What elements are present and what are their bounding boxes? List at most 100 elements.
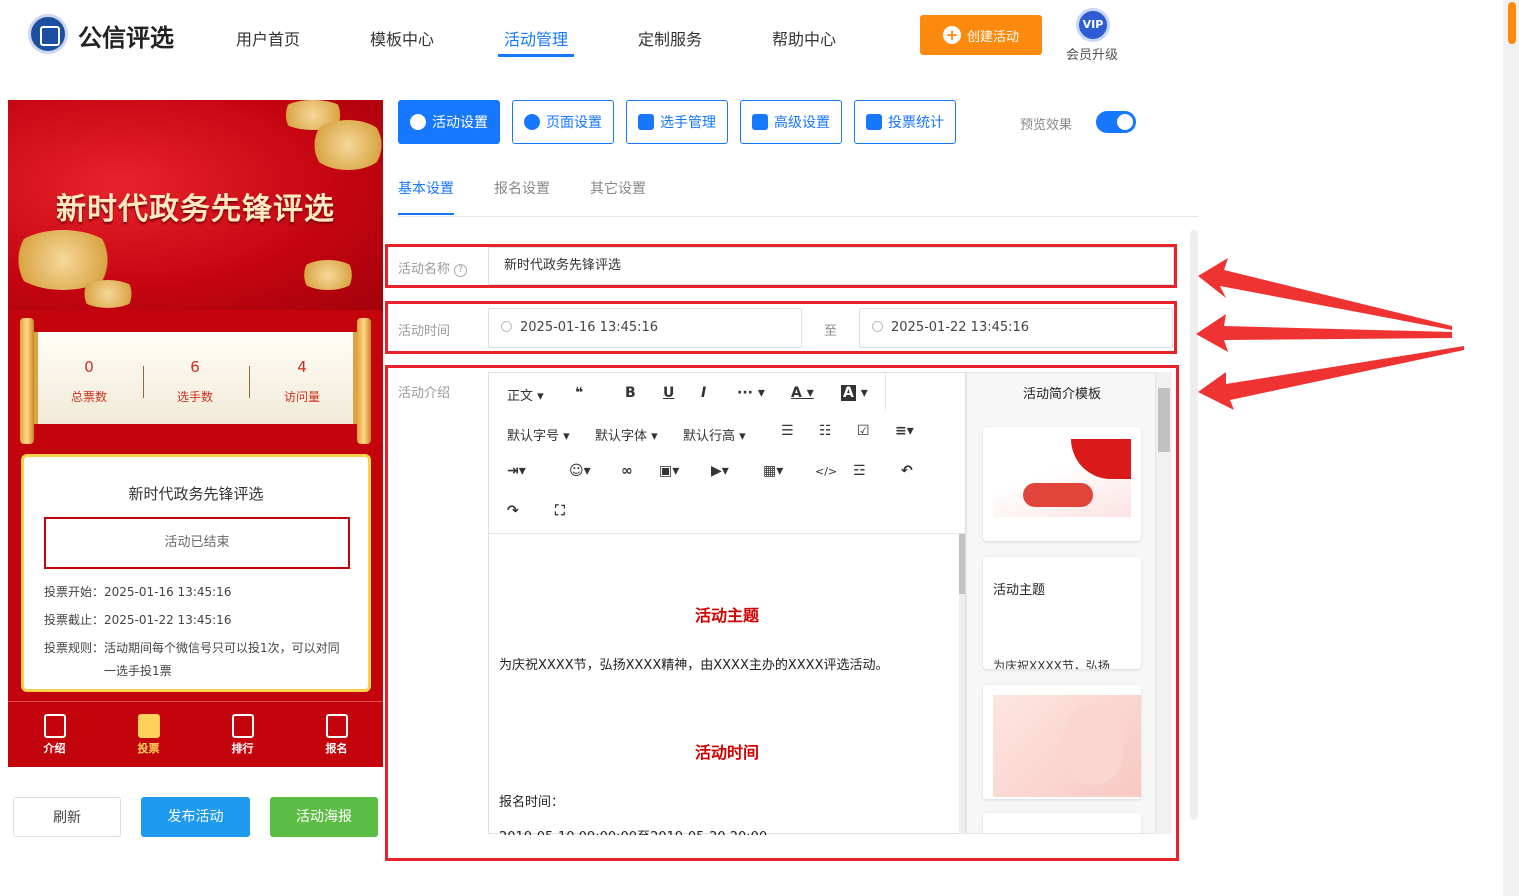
emoji-icon[interactable]: ☺▾ bbox=[569, 463, 591, 479]
card-title: 新时代政务先锋评选 bbox=[128, 485, 264, 503]
player-manage-button[interactable]: 选手管理 bbox=[626, 100, 728, 144]
nav-templates[interactable]: 模板中心 bbox=[370, 26, 434, 50]
clipboard-icon bbox=[325, 714, 348, 738]
time-separator: 至 bbox=[824, 324, 838, 339]
line-height-dropdown[interactable]: 默认行高 ▾ bbox=[683, 425, 746, 444]
underline-icon[interactable]: U bbox=[663, 385, 674, 401]
tab-intro[interactable]: 介绍 bbox=[8, 702, 101, 767]
redo-icon[interactable]: ↷ bbox=[507, 503, 519, 519]
vip-icon[interactable]: VIP bbox=[1076, 8, 1110, 42]
editor-content[interactable]: 活动主题 为庆祝XXXX节，弘扬XXXX精神，由XXXX主办的XXXX评选活动。… bbox=[489, 533, 965, 835]
publish-button[interactable]: 发布活动 bbox=[141, 797, 250, 837]
advanced-settings-button[interactable]: 高级设置 bbox=[740, 100, 842, 144]
template-card[interactable] bbox=[983, 813, 1141, 833]
bold-icon[interactable]: B bbox=[625, 385, 636, 401]
wave-decoration bbox=[1063, 705, 1123, 785]
banner-title: 新时代政务先锋评选 bbox=[56, 192, 335, 227]
template-card[interactable]: 活动主题 为庆祝XXXX节，弘扬 bbox=[983, 557, 1141, 669]
paragraph-style-dropdown[interactable]: 正文 ▾ bbox=[507, 385, 544, 404]
todo-checkbox-icon[interactable]: ☑ bbox=[857, 423, 870, 439]
refresh-button[interactable]: 刷新 bbox=[13, 797, 121, 837]
font-family-dropdown[interactable]: 默认字体 ▾ bbox=[595, 425, 658, 444]
table-icon[interactable]: ▦▾ bbox=[763, 463, 783, 479]
status-badge: 活动已结束 bbox=[44, 517, 350, 569]
nav-home[interactable]: 用户首页 bbox=[236, 26, 300, 50]
vote-end-text: 投票截止：2025-01-22 13:45:16 bbox=[44, 613, 232, 627]
gear-icon bbox=[524, 114, 540, 130]
activity-intro-label: 活动介绍 bbox=[398, 386, 451, 401]
activity-name-label: 活动名称 ? bbox=[398, 258, 468, 277]
star-icon bbox=[410, 114, 426, 130]
video-icon[interactable]: ▶▾ bbox=[711, 463, 729, 479]
divider-line-icon[interactable]: ☲ bbox=[853, 463, 866, 479]
numbered-list-icon[interactable]: ☷ bbox=[819, 423, 832, 439]
nav-help[interactable]: 帮助中心 bbox=[772, 26, 836, 50]
indent-icon[interactable]: ⇥▾ bbox=[507, 463, 526, 479]
stat-votes-value: 0 bbox=[84, 358, 94, 376]
bar-chart-icon bbox=[866, 114, 882, 130]
help-icon[interactable]: ? bbox=[454, 264, 468, 277]
clock-icon bbox=[872, 321, 883, 332]
content-heading: 活动主题 bbox=[694, 606, 759, 625]
stat-votes-label: 总票数 bbox=[70, 390, 107, 404]
tab-signup[interactable]: 报名 bbox=[290, 702, 383, 767]
subtab-other[interactable]: 其它设置 bbox=[590, 178, 646, 198]
activity-time-label: 活动时间 bbox=[398, 324, 451, 339]
stats-panel bbox=[34, 332, 357, 424]
users-icon bbox=[638, 114, 654, 130]
poster-button[interactable]: 活动海报 bbox=[270, 797, 378, 837]
page-scrollbar-thumb[interactable] bbox=[1508, 2, 1516, 44]
subtab-basic[interactable]: 基本设置 bbox=[398, 178, 454, 198]
link-icon[interactable]: ∞ bbox=[621, 463, 633, 479]
activity-name-input[interactable]: 新时代政务先锋评选 bbox=[488, 247, 1174, 285]
template-card[interactable] bbox=[983, 685, 1141, 799]
undo-icon[interactable]: ↶ bbox=[901, 463, 913, 479]
end-time-input[interactable]: 2025-01-22 13:45:16 bbox=[859, 308, 1173, 348]
home-icon bbox=[137, 714, 160, 738]
tab-vote[interactable]: 投票 bbox=[102, 702, 195, 767]
nav-custom-service[interactable]: 定制服务 bbox=[638, 26, 702, 50]
bullet-list-icon[interactable]: ☰ bbox=[781, 423, 794, 439]
font-color-icon[interactable]: A ▾ bbox=[791, 385, 814, 401]
italic-icon[interactable]: I bbox=[701, 385, 706, 401]
vip-upgrade-link[interactable]: 会员升级 bbox=[1066, 44, 1118, 63]
template-scrollbar-thumb[interactable] bbox=[1158, 388, 1170, 452]
template-card-title: 活动主题 bbox=[993, 583, 1046, 598]
image-icon[interactable]: ▣▾ bbox=[659, 463, 679, 479]
content-heading: 活动时间 bbox=[694, 743, 759, 762]
brand-name: 公信评选 bbox=[78, 24, 174, 52]
create-activity-button[interactable]: + 创建活动 bbox=[920, 15, 1042, 55]
stat-visits-value: 4 bbox=[297, 358, 307, 376]
vote-stats-button[interactable]: 投票统计 bbox=[854, 100, 956, 144]
annotation-arrow bbox=[1198, 346, 1464, 410]
editor-scrollbar-thumb[interactable] bbox=[959, 534, 965, 594]
more-format-icon[interactable]: ··· ▾ bbox=[737, 385, 765, 401]
cloud-decoration bbox=[78, 280, 138, 308]
start-time-input[interactable]: 2025-01-16 13:45:16 bbox=[488, 308, 802, 348]
activity-settings-button[interactable]: 活动设置 bbox=[398, 100, 500, 144]
cloud-decoration bbox=[298, 260, 358, 290]
code-icon[interactable]: </> bbox=[815, 465, 837, 478]
rich-text-editor[interactable]: 正文 ▾ ❝ B U I ··· ▾ A ▾ A ▾ 默认字号 ▾ 默认字体 ▾… bbox=[488, 372, 966, 835]
preview-tabbar: 介绍 投票 排行 报名 bbox=[8, 701, 383, 767]
vote-rule-text: 投票规则：活动期间每个微信号只可以投1次，可以对同 bbox=[44, 641, 340, 655]
preview-banner: 新时代政务先锋评选 bbox=[8, 100, 383, 310]
page-settings-button[interactable]: 页面设置 bbox=[512, 100, 614, 144]
vote-rule-text-cont: 一选手投1票 bbox=[104, 664, 172, 678]
logo-icon bbox=[28, 14, 68, 54]
background-color-icon[interactable]: A ▾ bbox=[841, 385, 868, 401]
fullscreen-icon[interactable]: ⛶ bbox=[555, 503, 565, 519]
page-scrollbar[interactable] bbox=[1503, 0, 1519, 896]
nav-activity-manage[interactable]: 活动管理 bbox=[504, 26, 568, 50]
quote-icon[interactable]: ❝ bbox=[575, 385, 583, 401]
tab-ranking[interactable]: 排行 bbox=[196, 702, 289, 767]
template-card[interactable] bbox=[983, 427, 1141, 541]
subtab-signup[interactable]: 报名设置 bbox=[494, 178, 550, 198]
cloud-decoration bbox=[308, 120, 383, 170]
stat-visits-label: 访问量 bbox=[283, 390, 320, 404]
preview-toggle-switch[interactable] bbox=[1096, 111, 1136, 133]
font-size-dropdown[interactable]: 默认字号 ▾ bbox=[507, 425, 570, 444]
template-card-text: 为庆祝XXXX节，弘扬 bbox=[993, 659, 1110, 669]
number-decoration bbox=[1023, 483, 1093, 507]
align-dropdown-icon[interactable]: ≡▾ bbox=[895, 423, 914, 439]
